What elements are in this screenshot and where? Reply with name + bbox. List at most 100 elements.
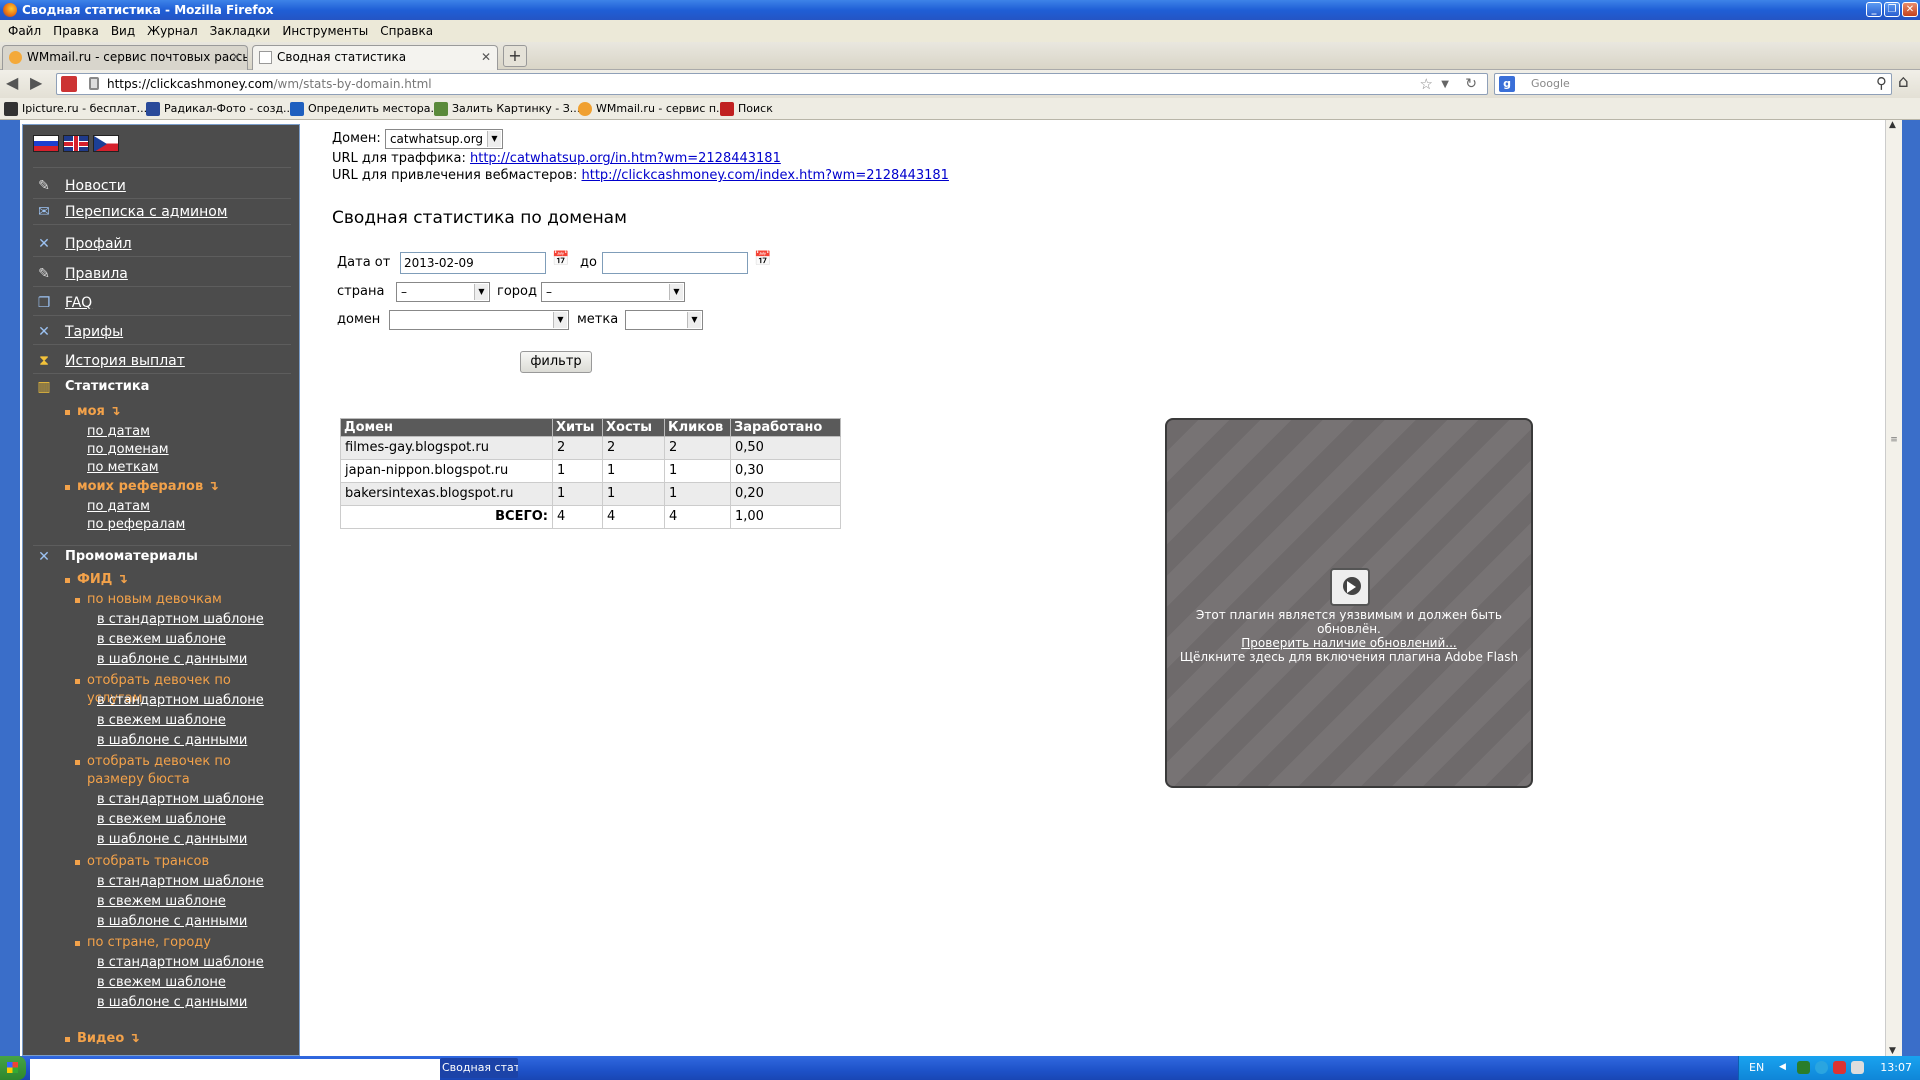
flash-plugin-placeholder[interactable]: Этот плагин является уязвимым и должен б…: [1165, 418, 1533, 788]
sidebar-item-news[interactable]: ✎ Новости: [33, 173, 291, 199]
menu-edit[interactable]: Правка: [49, 20, 107, 42]
sidebar-link-template-data[interactable]: в шаблоне с данными: [97, 732, 247, 750]
language-indicator[interactable]: EN: [1749, 1056, 1764, 1080]
bookmark-upload-image[interactable]: Залить Картинку - З...: [434, 98, 580, 120]
sidebar-item-rules[interactable]: ✎ Правила: [33, 261, 291, 287]
sidebar-feed-new-girls[interactable]: по новым девочкам: [75, 591, 285, 609]
bookmark-radikal[interactable]: Радикал-Фото - созд...: [146, 98, 294, 120]
sidebar-link-template-fresh[interactable]: в свежем шаблоне: [97, 712, 226, 730]
tray-volume-icon[interactable]: [1851, 1061, 1864, 1074]
history-dropdown-icon[interactable]: ▼: [1441, 75, 1449, 95]
sidebar-link-my-by-date[interactable]: по датам: [87, 423, 150, 441]
calendar-icon[interactable]: 📅: [552, 251, 570, 267]
date-to-input[interactable]: [602, 252, 748, 274]
sidebar-item-tariffs[interactable]: ✕ Тарифы: [33, 319, 291, 345]
vertical-scrollbar[interactable]: ▲ ≡ ▼: [1885, 120, 1902, 1056]
menu-view[interactable]: Вид: [107, 20, 143, 42]
search-icon[interactable]: ⚲: [1876, 73, 1887, 93]
tray-security-icon[interactable]: [1833, 1061, 1846, 1074]
sidebar-link-template-fresh[interactable]: в свежем шаблоне: [97, 893, 226, 911]
sidebar-link-template-data[interactable]: в шаблоне с данными: [97, 651, 247, 669]
menu-help[interactable]: Справка: [376, 20, 441, 42]
scroll-down-icon[interactable]: ▼: [1889, 1046, 1896, 1056]
tray-skype-icon[interactable]: [1815, 1061, 1828, 1074]
forward-arrow-icon[interactable]: ▶: [30, 73, 42, 92]
webmasters-url-link[interactable]: http://clickcashmoney.com/index.htm?wm=2…: [581, 168, 948, 183]
menu-file[interactable]: Файл: [4, 20, 49, 42]
sidebar-feed-trans[interactable]: отобрать трансов: [75, 853, 285, 871]
menu-bookmarks[interactable]: Закладки: [206, 20, 279, 42]
flag-uk-icon[interactable]: [63, 135, 89, 152]
domain-select[interactable]: catwhatsup.org ▼: [384, 128, 503, 149]
tab-wmmail[interactable]: WMmail.ru - сервис почтовых рассылок... …: [2, 45, 248, 70]
bookmark-wmmail[interactable]: WMmail.ru - сервис п...: [578, 98, 727, 120]
domain-filter-select[interactable]: ▼: [389, 310, 569, 330]
country-select[interactable]: – ▼: [396, 282, 490, 302]
menu-history[interactable]: Журнал: [143, 20, 206, 42]
bookmark-search[interactable]: Поиск: [720, 98, 773, 120]
sidebar-item-payout-history[interactable]: ⧗ История выплат: [33, 348, 291, 374]
tray-expand-icon[interactable]: ◀: [1779, 1061, 1792, 1074]
sidebar-feed-by-country[interactable]: по стране, городу: [75, 934, 285, 952]
tray-network-icon[interactable]: [1797, 1061, 1810, 1074]
tab-close-icon[interactable]: ✕: [231, 46, 241, 69]
google-engine-icon[interactable]: g: [1499, 76, 1515, 92]
sidebar-link-admin-mail[interactable]: Переписка с админом: [65, 204, 227, 220]
sidebar-link-payout-history[interactable]: История выплат: [65, 353, 185, 369]
sidebar-link-template-standard[interactable]: в стандартном шаблоне: [97, 692, 264, 710]
bookmark-star-icon[interactable]: ☆: [1420, 74, 1433, 94]
sidebar-link-ref-by-date[interactable]: по датам: [87, 498, 150, 516]
enable-flash-message[interactable]: Щёлкните здесь для включения плагина Ado…: [1167, 650, 1531, 664]
tag-select[interactable]: ▼: [625, 310, 703, 330]
sidebar-item-profile[interactable]: ✕ Профайл: [33, 231, 291, 257]
sidebar-sub-video[interactable]: Видео ↴: [65, 1030, 140, 1048]
sidebar-sub-referrals[interactable]: моих рефералов ↴: [65, 478, 219, 496]
address-bar[interactable]: https://clickcashmoney.com/wm/stats-by-d…: [56, 73, 1488, 95]
home-icon[interactable]: ⌂: [1898, 72, 1909, 92]
scroll-thumb[interactable]: ≡: [1888, 435, 1900, 445]
sidebar-link-my-by-domain[interactable]: по доменам: [87, 441, 169, 459]
bookmark-ip-locate[interactable]: Определить местора...: [290, 98, 441, 120]
sidebar-item-faq[interactable]: ❐ FAQ: [33, 290, 291, 316]
sidebar-link-template-fresh[interactable]: в свежем шаблоне: [97, 631, 226, 649]
tab-close-icon[interactable]: ✕: [481, 46, 491, 69]
sidebar-link-ref-by-referral[interactable]: по рефералам: [87, 516, 185, 534]
new-tab-button[interactable]: +: [503, 45, 527, 67]
site-identity-icon[interactable]: [61, 76, 77, 92]
sidebar-sub-my[interactable]: моя ↴: [65, 403, 120, 421]
date-from-input[interactable]: 2013-02-09: [400, 252, 546, 274]
minimize-button[interactable]: _: [1866, 2, 1882, 17]
check-updates-link[interactable]: Проверить наличие обновлений...: [1167, 636, 1531, 650]
reload-icon[interactable]: ↻: [1465, 74, 1477, 94]
sidebar-link-template-data[interactable]: в шаблоне с данными: [97, 913, 247, 931]
sidebar-link-my-by-tag[interactable]: по меткам: [87, 459, 159, 477]
sidebar-sub-feed[interactable]: ФИД ↴: [65, 571, 128, 589]
sidebar-link-template-data[interactable]: в шаблоне с данными: [97, 831, 247, 849]
maximize-button[interactable]: ❐: [1884, 2, 1900, 17]
filter-button[interactable]: фильтр: [520, 351, 592, 373]
scroll-up-icon[interactable]: ▲: [1889, 120, 1896, 130]
flag-russia-icon[interactable]: [33, 135, 59, 152]
sidebar-link-template-data[interactable]: в шаблоне с данными: [97, 994, 247, 1012]
close-window-button[interactable]: ✕: [1902, 2, 1918, 17]
back-arrow-icon[interactable]: ◀: [6, 73, 18, 92]
taskbar-item-firefox[interactable]: Сводная статистик...: [440, 1058, 518, 1078]
tab-stats[interactable]: Сводная статистика ✕: [252, 45, 498, 70]
sidebar-link-template-standard[interactable]: в стандартном шаблоне: [97, 954, 264, 972]
bookmark-ipicture[interactable]: Ipicture.ru - бесплат...: [4, 98, 147, 120]
start-button[interactable]: [0, 1056, 26, 1080]
calendar-icon[interactable]: 📅: [754, 251, 772, 267]
sidebar-link-template-standard[interactable]: в стандартном шаблоне: [97, 791, 264, 809]
city-select[interactable]: – ▼: [541, 282, 685, 302]
sidebar-link-news[interactable]: Новости: [65, 178, 126, 194]
sidebar-link-template-standard[interactable]: в стандартном шаблоне: [97, 873, 264, 891]
sidebar-link-template-fresh[interactable]: в свежем шаблоне: [97, 811, 226, 829]
sidebar-link-template-standard[interactable]: в стандартном шаблоне: [97, 611, 264, 629]
flag-czech-icon[interactable]: [93, 135, 119, 152]
traffic-url-link[interactable]: http://catwhatsup.org/in.htm?wm=21284431…: [470, 151, 781, 166]
sidebar-link-profile[interactable]: Профайл: [65, 236, 132, 252]
sidebar-item-admin-mail[interactable]: ✉ Переписка с админом: [33, 199, 291, 225]
sidebar-link-faq[interactable]: FAQ: [65, 295, 92, 311]
sidebar-link-rules[interactable]: Правила: [65, 266, 128, 282]
menu-tools[interactable]: Инструменты: [278, 20, 376, 42]
